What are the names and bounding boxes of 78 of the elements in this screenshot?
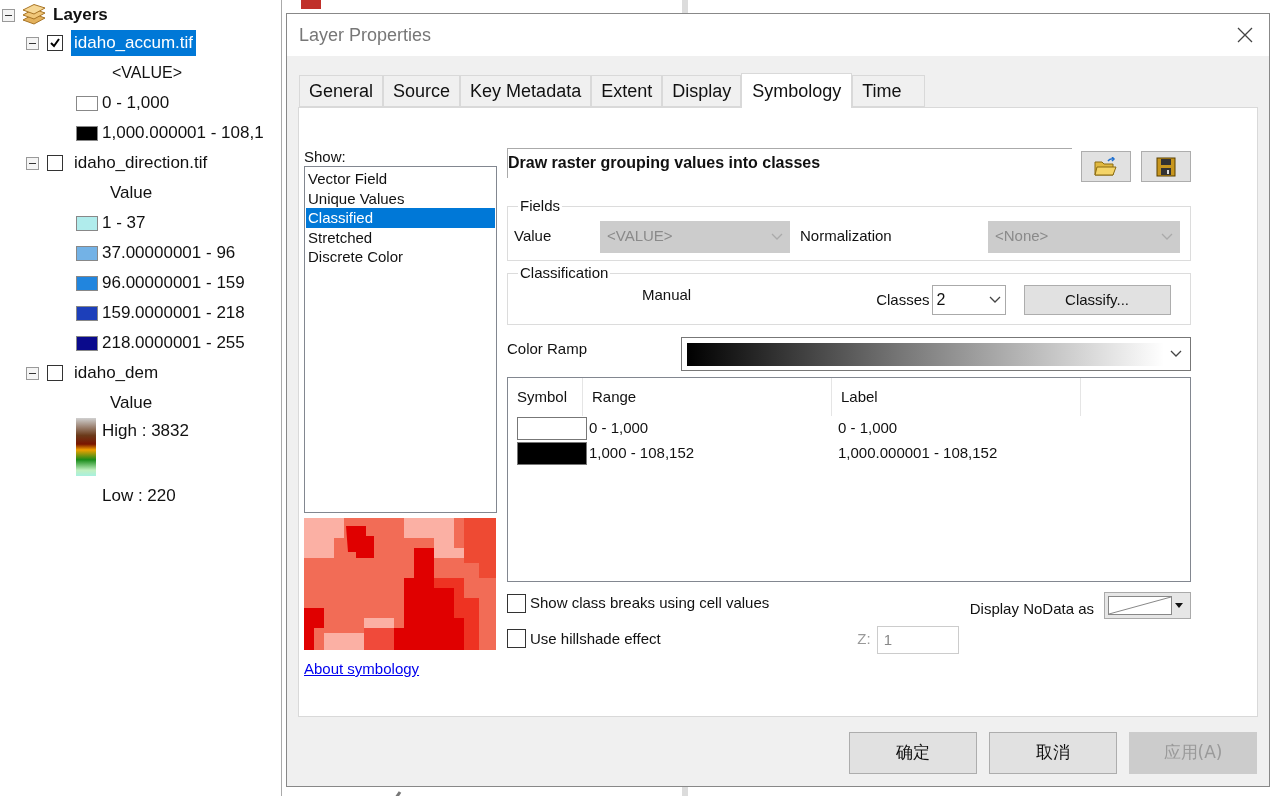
column-header[interactable]: Symbol bbox=[508, 378, 583, 416]
about-symbology-link[interactable]: About symbology bbox=[304, 658, 420, 681]
classes-dropdown[interactable]: 2 bbox=[931, 285, 1006, 315]
tab[interactable]: Symbology bbox=[741, 73, 853, 108]
column-header[interactable]: Label bbox=[832, 378, 1081, 416]
normalization-label: Normalization bbox=[800, 226, 893, 247]
z-factor-field[interactable]: 1 bbox=[876, 626, 959, 654]
tab[interactable]: General bbox=[299, 75, 384, 107]
label-cell-text: 1,000.000001 - 108,152 bbox=[837, 443, 998, 464]
range-cell-text: 1,000 - 108,152 bbox=[588, 443, 696, 464]
chevron-down-icon bbox=[1161, 232, 1173, 241]
legend-label: 159.0000001 - 218 bbox=[102, 302, 245, 325]
layer-name[interactable]: idaho_dem bbox=[71, 360, 162, 386]
chevron-down-icon bbox=[771, 232, 783, 241]
load-button[interactable] bbox=[1081, 151, 1131, 182]
dialog-button[interactable]: 取消 bbox=[989, 732, 1117, 774]
color-ramp-label: Color Ramp bbox=[507, 339, 589, 359]
legend-label: 218.0000001 - 255 bbox=[102, 332, 245, 355]
checkbox[interactable] bbox=[47, 155, 63, 171]
classify-button[interactable]: Classify... bbox=[1023, 285, 1171, 315]
no-color-swatch-icon bbox=[1108, 596, 1172, 615]
tab[interactable]: Extent bbox=[591, 75, 663, 107]
renderer-list-item[interactable]: Unique Values bbox=[306, 188, 495, 208]
range-cell-text: 0 - 1,000 bbox=[588, 418, 650, 439]
checkbox-label: Show class breaks using cell values bbox=[530, 593, 770, 613]
dropdown-arrow-icon bbox=[1175, 603, 1183, 608]
renderer-description: Draw raster grouping values into classes bbox=[508, 154, 821, 171]
folder-icon bbox=[1094, 156, 1118, 177]
tab[interactable]: Display bbox=[662, 75, 742, 107]
classification-method: Manual bbox=[642, 284, 692, 305]
nodata-label: Display NoData as bbox=[969, 599, 1094, 619]
checkbox[interactable] bbox=[47, 365, 63, 381]
show-label: Show: bbox=[304, 148, 347, 166]
checkbox-label: Use hillshade effect bbox=[530, 628, 661, 649]
label-cell-text: 0 - 1,000 bbox=[837, 418, 898, 439]
chevron-down-icon bbox=[1170, 350, 1182, 358]
nodata-color-picker[interactable] bbox=[1104, 592, 1191, 619]
legend-low-label: Low : 220 bbox=[102, 484, 177, 507]
legend-label: 96.00000001 - 159 bbox=[102, 272, 245, 295]
dialog-button[interactable]: 确定 bbox=[849, 732, 977, 774]
symbol-swatch[interactable] bbox=[517, 417, 587, 440]
legend-label: 0 - 1,000 bbox=[102, 92, 170, 115]
checkbox[interactable] bbox=[507, 629, 526, 649]
save-button[interactable] bbox=[1141, 151, 1191, 182]
legend-label: 1,000.000001 - 108,1 bbox=[102, 122, 264, 145]
toc-root-label: Layers bbox=[53, 4, 108, 27]
window-title: Layer Properties bbox=[299, 23, 432, 47]
classes-label: Classes bbox=[876, 289, 930, 310]
renderer-list-item[interactable]: Classified bbox=[306, 208, 495, 228]
checkbox[interactable] bbox=[507, 593, 526, 613]
legend-high-label: High : 3832 bbox=[102, 420, 189, 442]
legend-field: Value bbox=[2, 388, 281, 418]
close-icon[interactable] bbox=[1237, 27, 1253, 43]
color-ramp-dropdown[interactable] bbox=[681, 337, 1191, 371]
layers-icon bbox=[21, 4, 47, 26]
symbol-swatch[interactable] bbox=[517, 442, 587, 465]
checkbox[interactable] bbox=[47, 35, 63, 51]
renderer-list-item[interactable]: Stretched bbox=[306, 227, 495, 247]
collapse-toggle[interactable] bbox=[2, 8, 15, 22]
legend-field: <VALUE> bbox=[2, 58, 281, 88]
tab[interactable]: Key Metadata bbox=[460, 75, 592, 107]
z-label: Z: bbox=[857, 628, 871, 649]
chevron-down-icon bbox=[988, 296, 1001, 304]
tab[interactable]: Source bbox=[383, 75, 461, 107]
collapse-toggle[interactable] bbox=[26, 36, 39, 50]
value-label: Value bbox=[514, 226, 553, 247]
renderer-list-item[interactable]: Discrete Color bbox=[306, 247, 495, 267]
tab[interactable]: Time bbox=[852, 75, 925, 107]
layer-name[interactable]: idaho_direction.tif bbox=[71, 150, 211, 176]
color-ramp-swatch bbox=[76, 418, 96, 476]
legend-label: 37.00000001 - 96 bbox=[102, 242, 236, 265]
layer-name[interactable]: idaho_accum.tif bbox=[71, 30, 197, 56]
legend-label: 1 - 37 bbox=[102, 212, 146, 235]
column-header[interactable]: Range bbox=[583, 378, 832, 416]
legend-field: Value bbox=[2, 178, 281, 208]
renderer-list-item[interactable]: Vector Field bbox=[306, 169, 495, 189]
collapse-toggle[interactable] bbox=[26, 156, 39, 170]
collapse-toggle[interactable] bbox=[26, 366, 39, 380]
